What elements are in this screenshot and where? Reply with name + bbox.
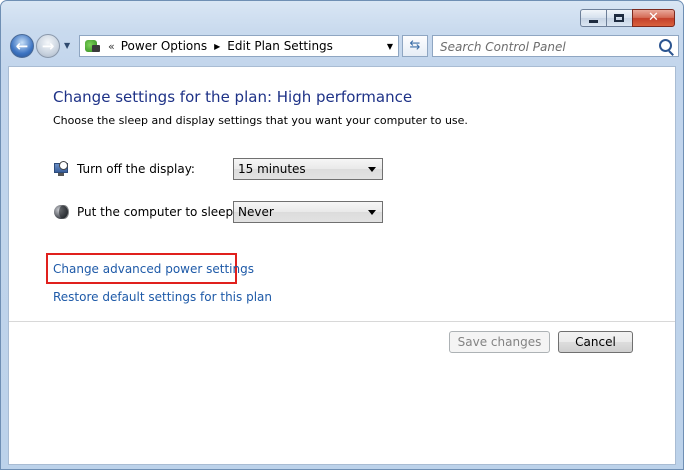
breadcrumb-power-options[interactable]: Power Options xyxy=(121,39,207,53)
search-input[interactable] xyxy=(440,38,650,56)
recent-pages-button[interactable]: ▼ xyxy=(64,41,73,50)
cancel-button[interactable]: Cancel xyxy=(558,331,633,353)
divider xyxy=(9,321,675,322)
minimize-icon xyxy=(589,20,598,23)
breadcrumb-separator-icon[interactable]: ▶ xyxy=(214,42,220,51)
display-timeout-value: 15 minutes xyxy=(238,162,306,176)
chevron-down-icon: ▼ xyxy=(386,41,394,51)
navigation-bar: ← → ▼ « Power Options ▶ Edit Plan Settin… xyxy=(7,33,679,61)
sleep-timeout-dropdown[interactable]: Never xyxy=(233,201,383,223)
sleep-setting-label: Put the computer to sleep: xyxy=(77,205,238,219)
change-advanced-power-settings-link[interactable]: Change advanced power settings xyxy=(53,262,254,276)
display-timeout-dropdown[interactable]: 15 minutes xyxy=(233,158,383,180)
forward-button[interactable]: → xyxy=(36,34,60,58)
minimize-button[interactable] xyxy=(580,9,606,27)
control-panel-window: ✕ ← → ▼ « Power Options ▶ Edit Plan Sett… xyxy=(0,0,684,470)
search-icon[interactable] xyxy=(659,39,672,52)
refresh-icon: ⇆ xyxy=(409,38,421,53)
breadcrumb-edit-plan-settings[interactable]: Edit Plan Settings xyxy=(227,39,333,53)
chevron-down-icon: ▼ xyxy=(64,41,71,50)
page-title: Change settings for the plan: High perfo… xyxy=(53,88,413,106)
address-bar[interactable]: « Power Options ▶ Edit Plan Settings ▼ xyxy=(79,35,399,57)
refresh-button[interactable]: ⇆ xyxy=(402,35,428,57)
sleep-moon-icon xyxy=(53,204,69,220)
display-setting-label: Turn off the display: xyxy=(77,162,195,176)
back-button[interactable]: ← xyxy=(10,34,34,58)
close-button[interactable]: ✕ xyxy=(632,9,675,27)
sleep-setting-row: Put the computer to sleep: Never xyxy=(53,201,383,223)
display-timer-icon xyxy=(53,161,69,177)
close-icon: ✕ xyxy=(648,10,659,25)
restore-default-settings-link[interactable]: Restore default settings for this plan xyxy=(53,290,272,304)
page-description: Choose the sleep and display settings th… xyxy=(53,114,468,127)
back-arrow-icon: ← xyxy=(15,37,29,55)
display-setting-row: Turn off the display: 15 minutes xyxy=(53,158,383,180)
dropdown-arrow-icon xyxy=(368,167,376,172)
save-changes-button[interactable]: Save changes xyxy=(449,331,550,353)
maximize-icon xyxy=(614,14,624,22)
dropdown-arrow-icon xyxy=(368,210,376,215)
caption-buttons: ✕ xyxy=(580,9,675,27)
maximize-button[interactable] xyxy=(606,9,632,27)
sleep-timeout-value: Never xyxy=(238,205,274,219)
forward-arrow-icon: → xyxy=(41,37,55,55)
address-dropdown-button[interactable]: ▼ xyxy=(382,36,398,56)
power-options-icon xyxy=(84,38,100,54)
breadcrumb-overflow[interactable]: « xyxy=(108,40,115,53)
content-pane: Change settings for the plan: High perfo… xyxy=(8,66,676,465)
search-box[interactable] xyxy=(432,35,679,57)
